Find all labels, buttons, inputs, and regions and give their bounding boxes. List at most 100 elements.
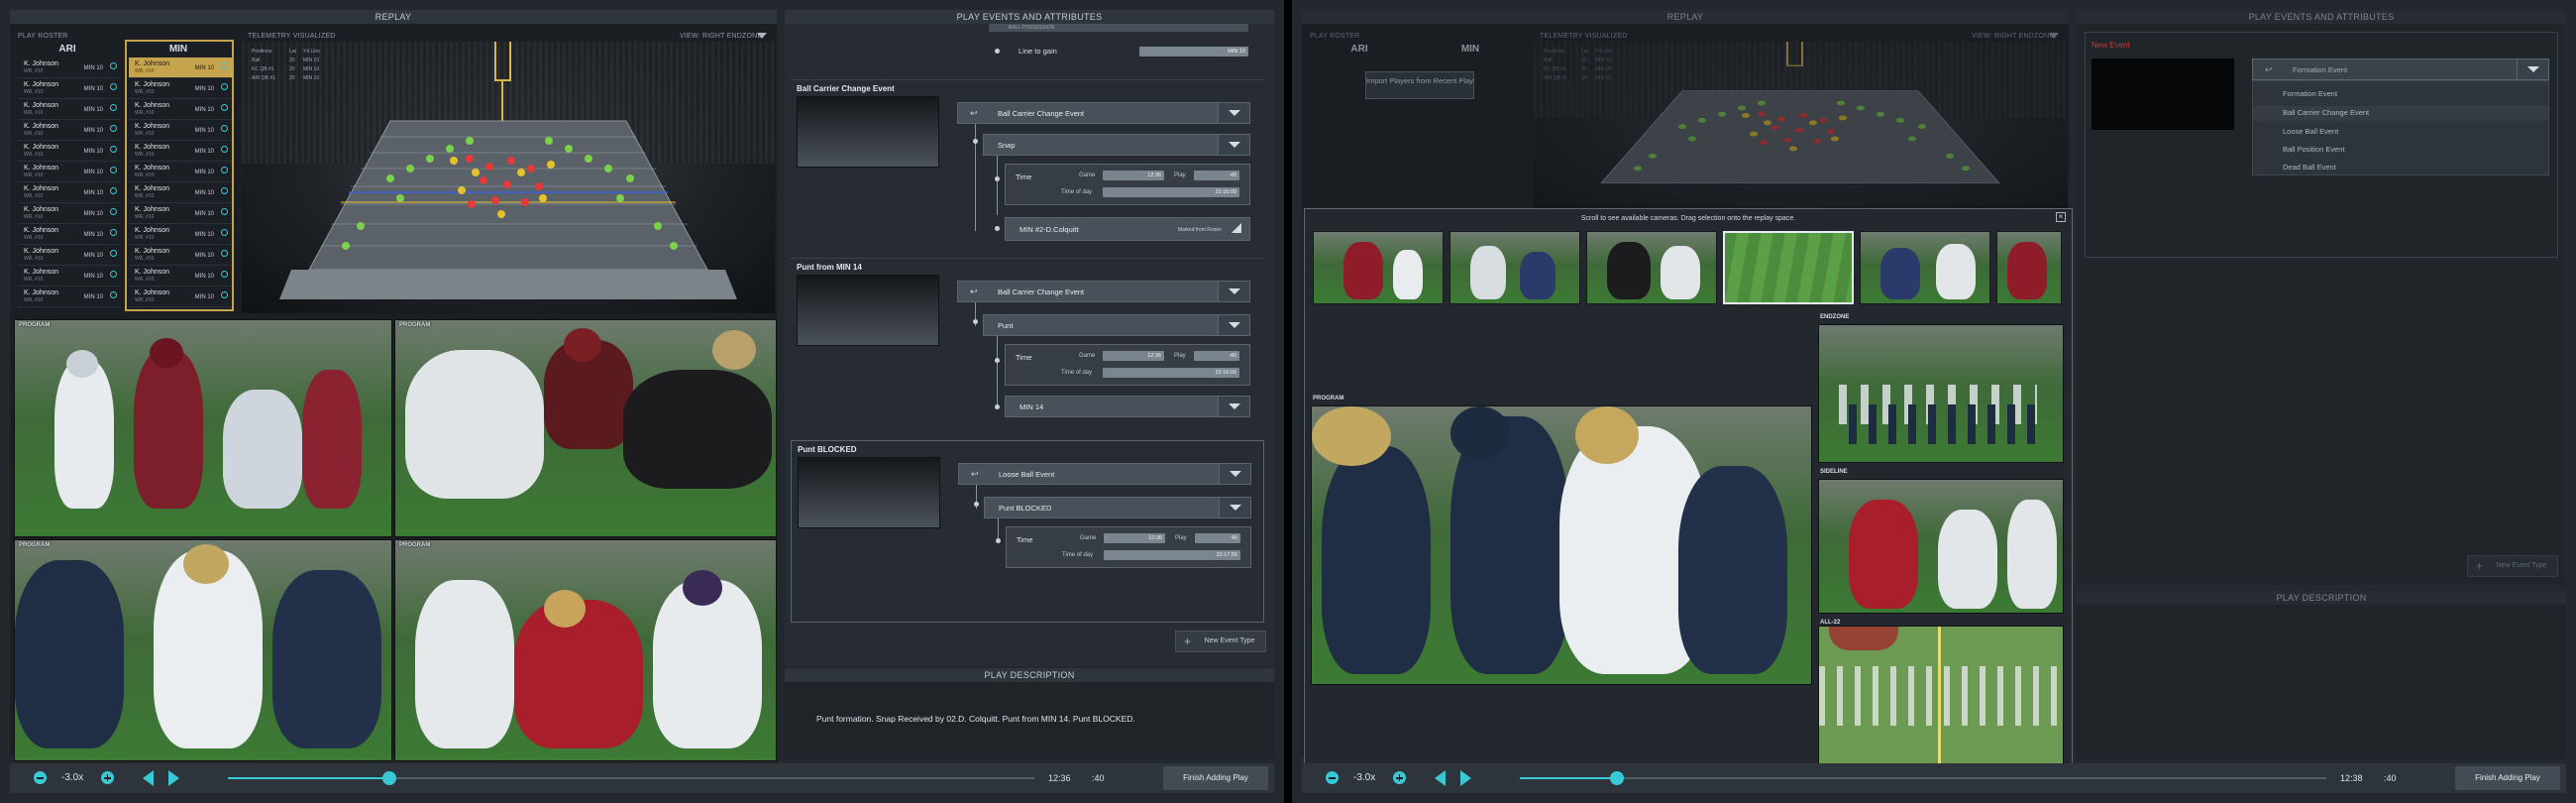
new-event-type-button[interactable]: + New Event Type [2467,555,2558,577]
roster-row[interactable]: K. Johnson WR, #10 MIN 10 [129,120,232,141]
player-marker[interactable] [1896,117,1904,123]
player-marker[interactable] [626,174,634,182]
player-marker[interactable] [565,145,573,153]
yardline-dropdown[interactable]: MIN 14 [1005,396,1250,417]
video-tile-program-4[interactable]: PROGRAM [394,539,777,761]
player-marker[interactable] [497,210,505,218]
player-marker[interactable] [1738,105,1746,111]
event-type-dropdown[interactable]: ↩ Ball Carrier Change Event [957,281,1250,302]
player-marker[interactable] [466,137,474,145]
player-marker[interactable] [527,165,535,172]
roster-row[interactable]: K. Johnson WR, #10 MIN 10 [18,78,121,99]
scrub-track[interactable] [228,777,1034,779]
roster-row[interactable]: K. Johnson WR, #10 MIN 10 [129,245,232,266]
program-video[interactable] [1311,405,1812,685]
video-tile-program-2[interactable]: PROGRAM [394,319,777,537]
player-marker[interactable] [547,161,555,169]
roster-row[interactable]: K. Johnson WR, #10 MIN 10 [129,162,232,182]
camera-thumb-4[interactable] [1723,231,1854,304]
player-marker[interactable] [1783,137,1791,143]
select-circle-icon[interactable] [221,104,228,111]
import-players-button[interactable]: Import Players from Recent Play [1365,71,1474,99]
play-clock-field[interactable]: :40 [1194,351,1239,361]
play-clock-field[interactable]: :40 [1195,533,1240,543]
event-thumbnail[interactable] [797,275,939,346]
roster-row[interactable]: K. Johnson WR, #10 MIN 10 [18,266,121,287]
player-marker[interactable] [446,145,454,153]
option-formation-event[interactable]: Formation Event [2283,89,2337,98]
scrub-handle[interactable] [381,771,396,785]
chevron-down-icon[interactable] [1218,103,1249,123]
player-marker[interactable] [466,155,474,163]
select-circle-icon[interactable] [221,62,228,69]
select-circle-icon[interactable] [110,208,117,215]
select-circle-icon[interactable] [110,125,117,132]
view-chevron-icon[interactable] [757,33,767,39]
player-marker[interactable] [491,196,499,204]
player-marker[interactable] [458,186,466,194]
player-marker[interactable] [585,155,592,163]
event-thumbnail[interactable] [798,457,940,528]
player-marker[interactable] [386,174,394,182]
event-type-dropdown[interactable]: ↩ Ball Carrier Change Event [957,102,1250,124]
option-dead-ball[interactable]: Dead Ball Event [2283,163,2336,172]
player-marker[interactable] [1827,129,1835,135]
player-marker[interactable] [1813,139,1821,144]
select-circle-icon[interactable] [110,83,117,90]
player-marker[interactable] [670,242,678,250]
scrub-handle[interactable] [1609,771,1624,785]
video-tile-program-3[interactable]: PROGRAM [14,539,392,761]
player-marker[interactable] [485,163,493,171]
roster-row[interactable]: K. Johnson WR, #10 MIN 10 [129,57,232,78]
player-marker[interactable] [1831,136,1839,142]
player-marker[interactable] [1688,136,1696,142]
chevron-down-icon[interactable] [1218,135,1249,155]
player-marker[interactable] [517,169,525,176]
player-marker[interactable] [468,200,476,208]
player-marker[interactable] [535,182,543,190]
select-circle-icon[interactable] [221,83,228,90]
telemetry-field[interactable]: Positions Lat Yd Line Ball 20 MIN 10 KC QB #… [1534,42,2067,210]
select-circle-icon[interactable] [221,146,228,153]
play-clock-field[interactable]: :40 [1194,171,1239,180]
player-marker[interactable] [1649,153,1657,159]
event-type-dropdown[interactable]: ↩ Loose Ball Event [958,463,1251,485]
player-marker[interactable] [1698,117,1706,123]
player-marker[interactable] [1742,112,1750,118]
roster-row[interactable]: K. Johnson WR, #10 MIN 10 [129,182,232,203]
player-marker[interactable] [1758,100,1766,106]
player-marker[interactable] [357,222,365,230]
tod-field[interactable]: 22:17:56 [1104,550,1240,560]
roster-row[interactable]: K. Johnson WR, #10 MIN 10 [18,162,121,182]
game-clock-field[interactable]: 12:36 [1103,351,1164,361]
chevron-down-icon[interactable] [1218,397,1249,416]
player-marker[interactable] [396,194,404,202]
option-loose-ball[interactable]: Loose Ball Event [2283,127,2338,136]
select-circle-icon[interactable] [110,291,117,298]
select-circle-icon[interactable] [110,187,117,194]
subtype-dropdown[interactable]: Punt [983,314,1250,336]
play-icon[interactable] [168,770,179,786]
ball-possession-row[interactable]: BALL POSSESSION [989,24,1248,32]
player-marker[interactable] [1795,127,1803,133]
player-marker[interactable] [1750,131,1758,137]
select-circle-icon[interactable] [221,167,228,173]
player-marker[interactable] [1962,166,1970,172]
roster-row[interactable]: K. Johnson WR, #10 MIN 10 [18,287,121,307]
player-marker[interactable] [1857,105,1865,111]
player-marker[interactable] [426,155,434,163]
select-circle-icon[interactable] [110,250,117,257]
chevron-down-icon[interactable] [1218,282,1249,301]
player-select[interactable]: MIN #2-D.Colquitt Marked from Roster [1005,217,1250,241]
event-thumbnail[interactable] [797,96,939,168]
option-ball-carrier-change[interactable]: Ball Carrier Change Event [2283,108,2369,117]
sideline-video[interactable] [1818,479,2064,614]
roster-row[interactable]: K. Johnson WR, #10 MIN 10 [129,99,232,120]
select-circle-icon[interactable] [110,62,117,69]
player-marker[interactable] [1718,111,1726,117]
endzone-video[interactable] [1818,324,2064,463]
camera-thumb-1[interactable] [1313,231,1444,304]
player-marker[interactable] [406,165,414,172]
select-circle-icon[interactable] [221,208,228,215]
player-marker[interactable] [616,194,624,202]
